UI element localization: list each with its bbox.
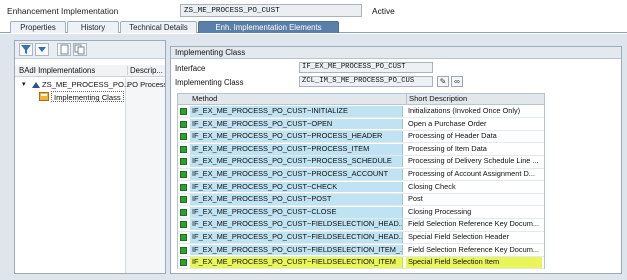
collapse-icon[interactable] <box>35 43 49 56</box>
status-led-icon <box>180 208 187 216</box>
new-icon[interactable] <box>57 43 71 56</box>
tab-enh-implementation-elements[interactable]: Enh. Implementation Elements <box>198 21 339 33</box>
table-row[interactable]: IF_EX_ME_PROCESS_PO_CUST~INITIALIZE Initi… <box>178 106 544 117</box>
table-row[interactable]: IF_EX_ME_PROCESS_PO_CUST~CHECK Closing Ch… <box>178 181 544 193</box>
enhancement-name-field[interactable]: ZS_ME_PROCESS_PO_CUST <box>180 4 362 17</box>
status-led-icon <box>180 183 187 191</box>
status-led-icon <box>180 234 187 241</box>
tab-technical-details[interactable]: Technical Details <box>120 21 197 33</box>
tree-toolbar <box>15 41 165 59</box>
class-icon <box>39 92 49 104</box>
tab-history[interactable]: History <box>67 21 119 33</box>
status-led-icon <box>180 196 187 204</box>
table-header: Method Short Description <box>178 94 544 105</box>
column-description[interactable]: Descrip... <box>127 66 165 75</box>
table-row[interactable]: IF_EX_ME_PROCESS_PO_CUST~OPEN Open a Purc… <box>178 118 544 130</box>
table-row[interactable]: IF_EX_ME_PROCESS_PO_CUST~CLOSE Closing Pr… <box>178 206 544 218</box>
method-cell[interactable]: IF_EX_ME_PROCESS_PO_CUST~CHECK <box>190 181 403 193</box>
description-cell: Field Selection Reference Key Docum... <box>408 244 540 254</box>
method-cell[interactable]: IF_EX_ME_PROCESS_PO_CUST~INITIALIZE <box>190 106 403 117</box>
description-cell: Initializations (Invoked Once Only) <box>408 106 521 115</box>
description-cell: Processing of Delivery Schedule Line ... <box>408 156 539 166</box>
expand-arrow-icon[interactable]: ▾ <box>22 79 26 90</box>
description-cell: Processing of Item Data <box>408 143 487 153</box>
column-badi-implementations[interactable]: BAdI Implementations <box>19 66 95 75</box>
table-row[interactable]: IF_EX_ME_PROCESS_PO_CUST~PROCESS_HEADER P… <box>178 131 544 142</box>
interface-label: Interface <box>175 64 206 73</box>
status-led-icon <box>180 108 187 115</box>
badi-tree-panel: BAdI Implementations Descrip... ▾ ZS_ME_… <box>14 40 166 274</box>
table-row[interactable]: IF_EX_ME_PROCESS_PO_CUST~FIELDSELECTION_… <box>178 219 544 231</box>
interface-field[interactable]: IF_EX_ME_PROCESS_PO_CUST <box>299 62 433 73</box>
column-method[interactable]: Method <box>190 94 404 105</box>
tree-node-badi[interactable]: ▾ ZS_ME_PROCESS_PO... PO Process <box>15 79 165 90</box>
edit-pencil-icon[interactable]: ✎ <box>437 76 449 87</box>
methods-table: Method Short Description IF_EX_ME_PROCES… <box>177 93 545 270</box>
description-cell: Special Field Selection Header <box>408 232 510 241</box>
status-led-icon <box>180 246 187 254</box>
implementing-class-label: Implementing Class <box>175 78 244 87</box>
status-led-icon <box>180 171 187 178</box>
table-row[interactable]: IF_EX_ME_PROCESS_PO_CUST~PROCESS_ACCOUNT… <box>178 169 544 180</box>
method-cell[interactable]: IF_EX_ME_PROCESS_PO_CUST~OPEN <box>190 118 403 130</box>
method-cell[interactable]: IF_EX_ME_PROCESS_PO_CUST~PROCESS_SCHEDUL… <box>190 156 403 168</box>
description-cell: Post <box>408 194 423 204</box>
table-row[interactable]: IF_EX_ME_PROCESS_PO_CUST~FIELDSELECTION_… <box>178 244 544 256</box>
method-cell[interactable]: IF_EX_ME_PROCESS_PO_CUST~PROCESS_ACCOUNT <box>190 169 403 180</box>
description-cell: Processing of Account Assignment D... <box>408 169 535 178</box>
description-cell: Field Selection Reference Key Docum... <box>408 219 540 229</box>
display-glasses-icon[interactable]: ∞ <box>451 76 463 87</box>
implementing-class-field[interactable]: ZCL_IM_S_ME_PROCESS_PO_CUS <box>299 76 433 87</box>
tree-node-implementing-class-label: Implementing Class <box>51 91 124 102</box>
method-cell[interactable]: IF_EX_ME_PROCESS_PO_CUST~FIELDSELECTION_… <box>190 232 403 243</box>
tree-node-implementing-class[interactable]: Implementing Class <box>15 91 165 102</box>
method-cell[interactable]: IF_EX_ME_PROCESS_PO_CUST~CLOSE <box>190 206 403 218</box>
table-row[interactable]: IF_EX_ME_PROCESS_PO_CUST~PROCESS_SCHEDUL… <box>178 156 544 168</box>
row-divider <box>178 268 544 270</box>
method-cell[interactable]: IF_EX_ME_PROCESS_PO_CUST~PROCESS_HEADER <box>190 131 403 142</box>
status-led-icon <box>180 120 187 128</box>
filter-icon[interactable] <box>19 43 33 56</box>
status-led-icon <box>180 259 187 267</box>
table-row[interactable]: IF_EX_ME_PROCESS_PO_CUST~FIELDSELECTION_… <box>178 257 544 268</box>
description-cell: Closing Check <box>408 181 456 191</box>
method-cell[interactable]: IF_EX_ME_PROCESS_PO_CUST~POST <box>190 194 403 205</box>
tree-node-badi-label: ZS_ME_PROCESS_PO... <box>42 80 131 89</box>
description-cell: Processing of Header Data <box>408 131 497 141</box>
description-cell: Closing Processing <box>408 206 472 216</box>
description-cell: Open a Purchase Order <box>408 118 487 128</box>
description-cell: Special Field Selection Item <box>406 257 542 268</box>
tab-strip: Properties History Technical Details Enh… <box>0 21 627 33</box>
description-column-area <box>125 78 165 273</box>
status-led-icon <box>180 158 187 166</box>
tab-properties[interactable]: Properties <box>10 21 66 33</box>
table-row[interactable]: IF_EX_ME_PROCESS_PO_CUST~PROCESS_ITEM Pro… <box>178 143 544 155</box>
header-label: Enhancement Implementation <box>7 6 119 16</box>
status-text: Active <box>372 6 395 16</box>
implementing-class-panel: Implementing Class Interface IF_EX_ME_PR… <box>170 46 622 274</box>
tree-node-badi-description: PO Process <box>127 80 165 89</box>
tree-column-header: BAdI Implementations Descrip... <box>15 65 165 77</box>
method-cell[interactable]: IF_EX_ME_PROCESS_PO_CUST~FIELDSELECTION_… <box>190 244 403 256</box>
panel-title: Implementing Class <box>171 47 621 59</box>
method-cell[interactable]: IF_EX_ME_PROCESS_PO_CUST~FIELDSELECTION_… <box>190 219 403 231</box>
method-cell[interactable]: IF_EX_ME_PROCESS_PO_CUST~FIELDSELECTION_… <box>190 257 403 268</box>
status-led-icon <box>180 145 187 153</box>
method-cell[interactable]: IF_EX_ME_PROCESS_PO_CUST~PROCESS_ITEM <box>190 143 403 155</box>
table-row[interactable]: IF_EX_ME_PROCESS_PO_CUST~POST Post <box>178 194 544 205</box>
status-led-icon <box>180 133 187 141</box>
column-short-description[interactable]: Short Description <box>406 94 542 105</box>
status-led-icon <box>180 221 187 229</box>
copy-icon[interactable] <box>73 43 87 56</box>
table-row[interactable]: IF_EX_ME_PROCESS_PO_CUST~FIELDSELECTION_… <box>178 232 544 243</box>
